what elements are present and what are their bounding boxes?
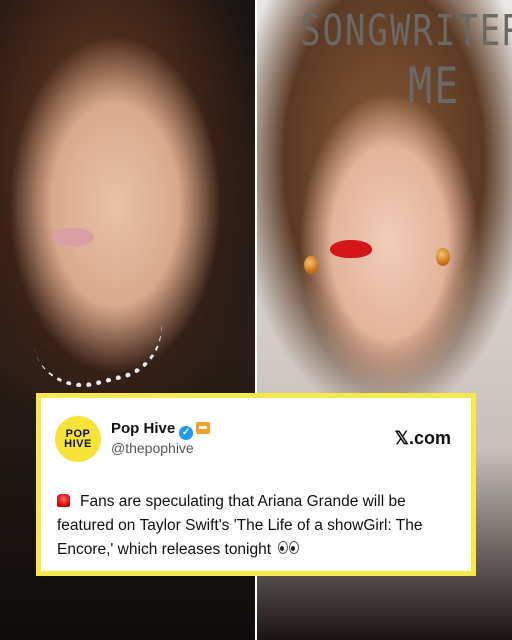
right-lips — [330, 240, 372, 258]
account-handle[interactable]: @thepophive — [111, 440, 194, 456]
affiliate-badge-icon — [196, 422, 211, 434]
verified-check-icon: ✓ — [179, 426, 194, 440]
left-lips — [52, 228, 94, 246]
x-com-logo: 𝕏.com — [394, 428, 451, 448]
post-text: Fans are speculating that Ariana Grande … — [57, 490, 457, 562]
logo-line-2: HIVE — [64, 438, 92, 450]
account-name-text: Pop Hive — [111, 420, 176, 437]
right-earring-right — [436, 248, 450, 266]
post-card: POP HIVE Pop Hive ✓ @thepophive 𝕏.com Fan… — [36, 393, 476, 576]
eyes-icon — [278, 538, 300, 562]
backdrop-wordmark-2: ME — [408, 58, 461, 116]
pop-hive-logo[interactable]: POP HIVE — [55, 416, 101, 462]
right-earring-left — [304, 256, 318, 274]
post-body: Fans are speculating that Ariana Grande … — [57, 493, 423, 558]
backdrop-wordmark: SONGWRITERS — [300, 6, 512, 56]
account-name[interactable]: Pop Hive ✓ — [111, 420, 211, 440]
rotating-siren-icon — [57, 494, 70, 507]
necklace-detail — [33, 317, 173, 398]
